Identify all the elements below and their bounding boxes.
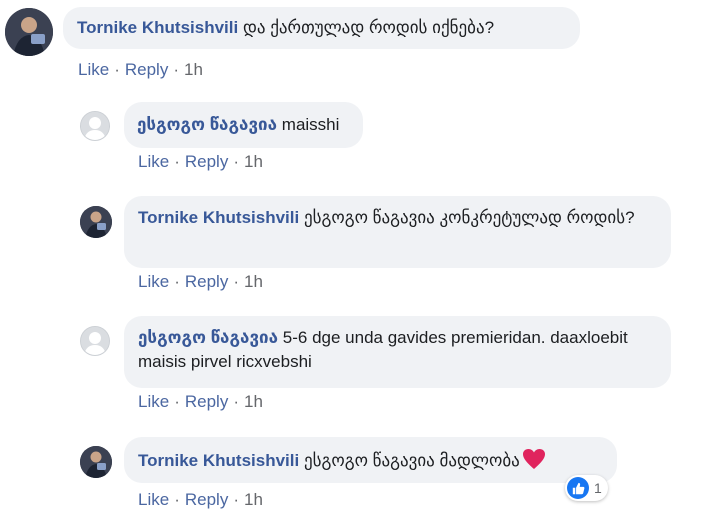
like-icon	[567, 477, 589, 499]
avatar[interactable]	[80, 446, 112, 478]
comment-author[interactable]: Tornike Khutsishvili	[138, 451, 299, 470]
reply-button[interactable]: Reply	[125, 60, 168, 79]
reply-button[interactable]: Reply	[185, 490, 228, 509]
like-button[interactable]: Like	[138, 490, 169, 509]
comment-actions: Like · Reply · 1h	[138, 152, 263, 171]
reply-button[interactable]: Reply	[185, 392, 228, 411]
comment-time[interactable]: 1h	[244, 272, 263, 291]
comment-bubble: Tornike Khutsishvili ესგოგო წაგავია მადლ…	[124, 437, 617, 483]
comment-time[interactable]: 1h	[244, 490, 263, 509]
comment-bubble: ესგოგო წაგავია maisshi	[124, 102, 363, 148]
comment-text: და ქართულად როდის იქნება?	[242, 18, 495, 37]
comment-bubble: Tornike Khutsishvili და ქართულად როდის ი…	[63, 7, 580, 49]
default-user-icon[interactable]	[80, 111, 110, 141]
comment-author[interactable]: ესგოგო წაგავია	[137, 115, 277, 134]
comment-time[interactable]: 1h	[184, 60, 203, 79]
comment-text: ესგოგო წაგავია მადლობა	[303, 451, 520, 470]
comment-actions: Like · Reply · 1h	[138, 490, 263, 509]
avatar[interactable]	[5, 8, 53, 56]
red-heart-icon	[522, 448, 546, 477]
reply-button[interactable]: Reply	[185, 152, 228, 171]
comment-actions: Like · Reply · 1h	[78, 60, 203, 79]
comment-author[interactable]: Tornike Khutsishvili	[138, 208, 299, 227]
default-user-icon[interactable]	[80, 326, 110, 356]
like-button[interactable]: Like	[138, 272, 169, 291]
like-button[interactable]: Like	[138, 152, 169, 171]
comment-author[interactable]: Tornike Khutsishvili	[77, 18, 238, 37]
comment-time[interactable]: 1h	[244, 392, 263, 411]
comment-time[interactable]: 1h	[244, 152, 263, 171]
reaction-summary[interactable]: 1	[565, 475, 608, 501]
comment-actions: Like · Reply · 1h	[138, 392, 263, 411]
avatar[interactable]	[80, 206, 112, 238]
comment-bubble: ესგოგო წაგავია 5-6 dge unda gavides prem…	[124, 316, 671, 388]
comment-bubble: Tornike Khutsishvili ესგოგო წაგავია კონკ…	[124, 196, 671, 268]
reaction-count: 1	[594, 480, 602, 496]
comment-text: ესგოგო წაგავია კონკრეტულად როდის?	[303, 208, 635, 227]
like-button[interactable]: Like	[78, 60, 109, 79]
comment-text: maisshi	[281, 115, 340, 134]
comment-author[interactable]: ესგოგო წაგავია	[138, 328, 278, 347]
comment-actions: Like · Reply · 1h	[138, 272, 263, 291]
reply-button[interactable]: Reply	[185, 272, 228, 291]
like-button[interactable]: Like	[138, 392, 169, 411]
